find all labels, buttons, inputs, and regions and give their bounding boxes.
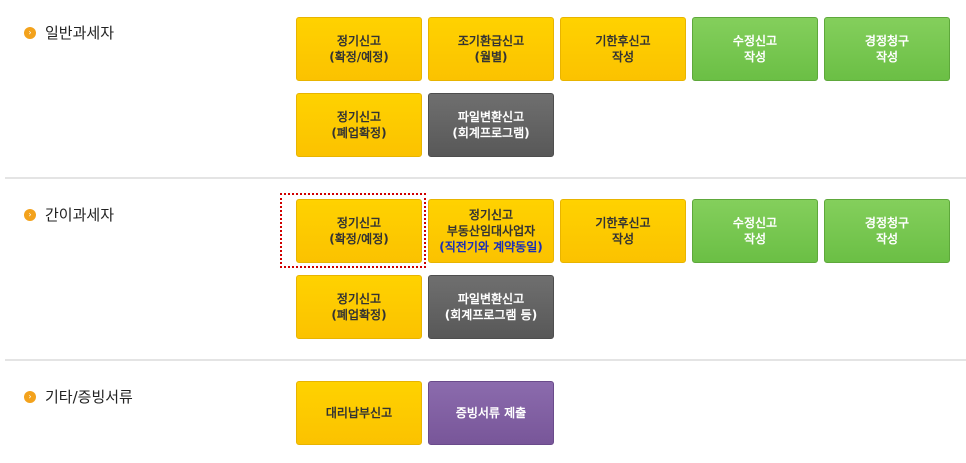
section-label-simplified: › 간이과세자 — [24, 204, 114, 225]
proxy-payment-filing-button[interactable]: 대리납부신고 — [296, 381, 422, 445]
simplified-closure-filing-button[interactable]: 정기신고 (폐업확정) — [296, 275, 422, 339]
simplified-regular-filing-button[interactable]: 정기신고 (확정/예정) — [296, 199, 422, 263]
general-late-filing-button[interactable]: 기한후신고 작성 — [560, 17, 686, 81]
general-file-conversion-button[interactable]: 파일변환신고 (회계프로그램) — [428, 93, 554, 157]
section-divider — [5, 359, 966, 361]
section-divider — [5, 177, 966, 179]
general-correction-claim-button[interactable]: 경정청구 작성 — [824, 17, 950, 81]
general-regular-filing-button[interactable]: 정기신고 (확정/예정) — [296, 17, 422, 81]
chevron-right-icon: › — [24, 208, 36, 221]
general-early-refund-button[interactable]: 조기환급신고 (월별) — [428, 17, 554, 81]
general-closure-filing-button[interactable]: 정기신고 (폐업확정) — [296, 93, 422, 157]
chevron-right-icon: › — [24, 390, 36, 403]
chevron-right-icon: › — [24, 26, 36, 39]
simplified-late-filing-button[interactable]: 기한후신고 작성 — [560, 199, 686, 263]
submit-documents-button[interactable]: 증빙서류 제출 — [428, 381, 554, 445]
section-label-other: › 기타/증빙서류 — [24, 386, 133, 407]
simplified-real-estate-filing-button[interactable]: 정기신고 부동산임대사업자 (직전기와 계약동일) — [428, 199, 554, 263]
general-amended-filing-button[interactable]: 수정신고 작성 — [692, 17, 818, 81]
simplified-correction-claim-button[interactable]: 경정청구 작성 — [824, 199, 950, 263]
simplified-amended-filing-button[interactable]: 수정신고 작성 — [692, 199, 818, 263]
simplified-file-conversion-button[interactable]: 파일변환신고 (회계프로그램 등) — [428, 275, 554, 339]
section-label-general: › 일반과세자 — [24, 22, 114, 43]
